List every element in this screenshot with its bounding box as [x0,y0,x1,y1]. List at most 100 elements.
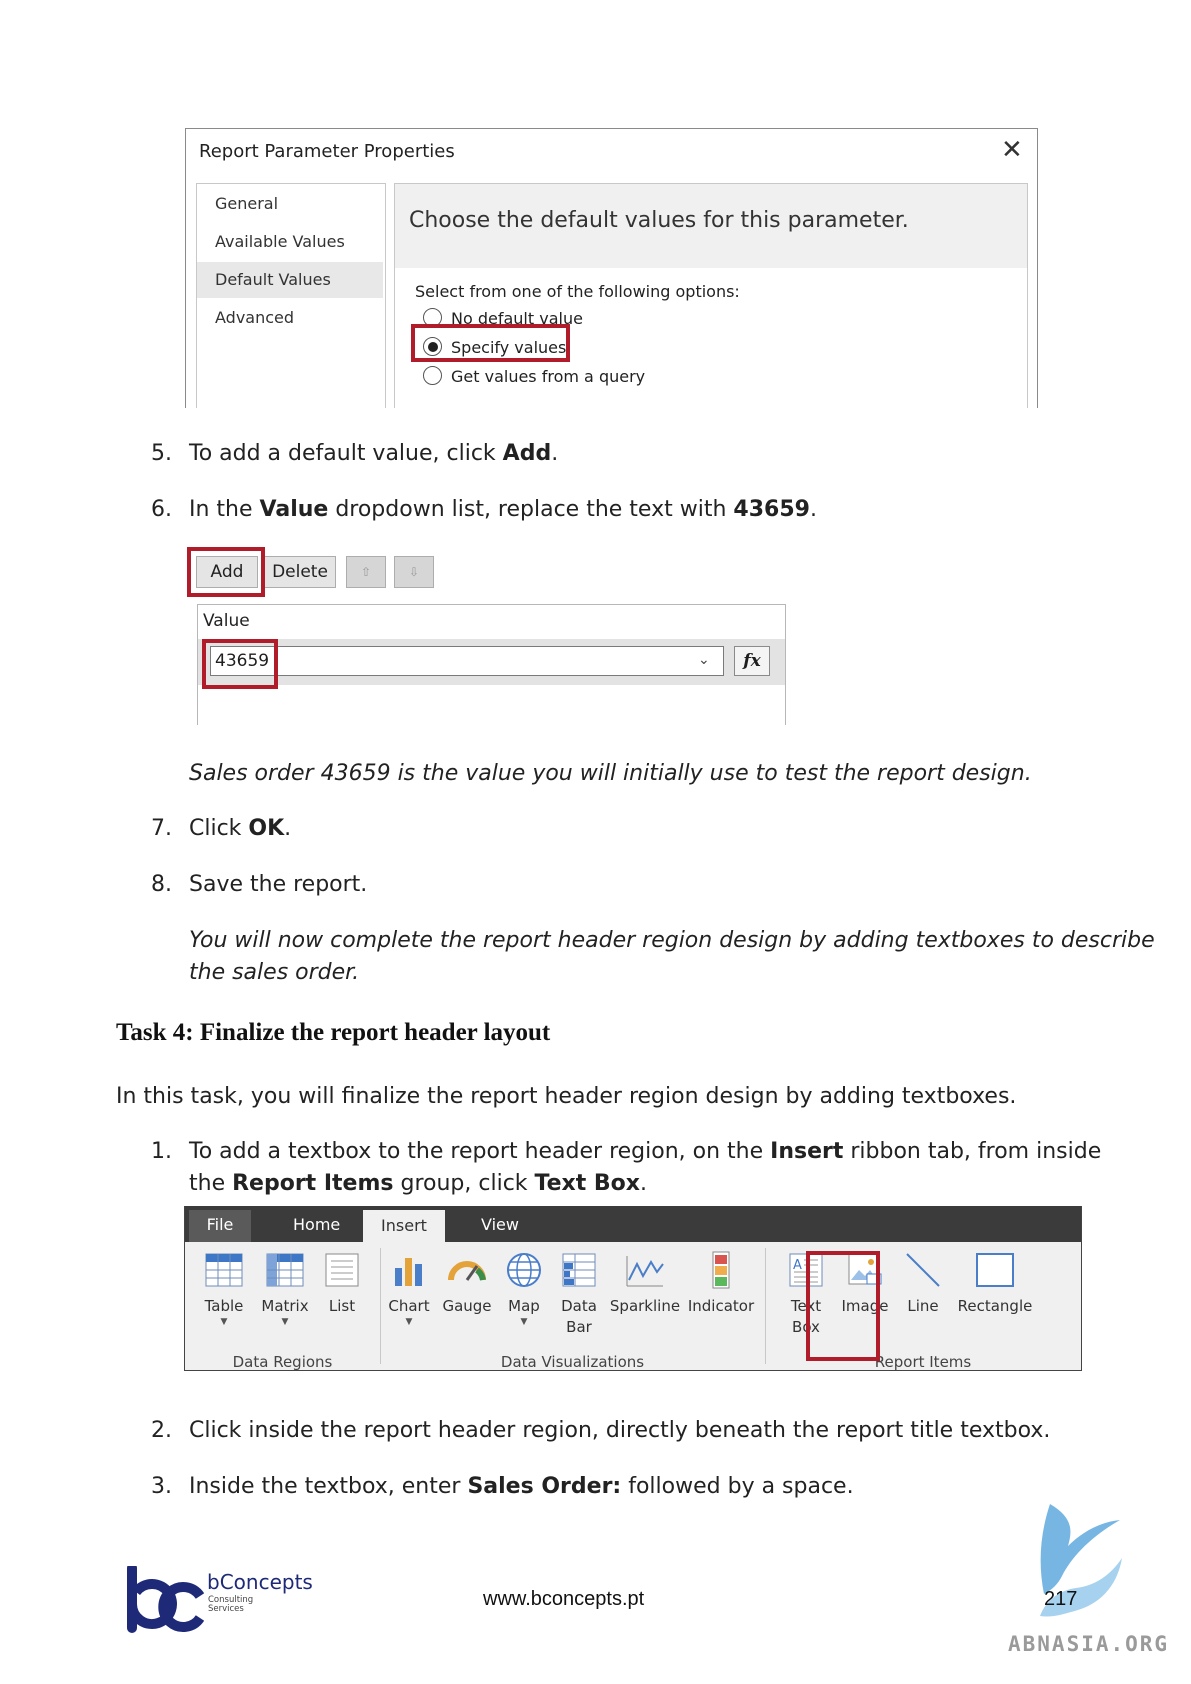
logo-wordmark: bConcepts [207,1570,313,1594]
highlight-box [411,324,570,362]
highlight-box [806,1251,880,1361]
eagle-watermark-icon [1040,1504,1122,1617]
data-bar-icon [562,1253,596,1287]
list-label: List [328,1297,356,1315]
radio-button[interactable] [423,366,442,385]
sparkline-label: Sparkline [609,1297,681,1315]
value-dropdown-input[interactable]: 43659 [210,646,724,676]
dropdown-arrow-icon: ▼ [281,1317,289,1327]
table-icon [205,1253,243,1287]
data-bar-label: Data Bar [561,1297,597,1336]
group-label-data-regions: Data Regions [232,1353,333,1371]
chart-button[interactable]: Chart ▼ [385,1250,433,1327]
step-number: 3. [151,1474,172,1499]
step-5-text: To add a default value, click Add. [189,441,559,466]
step-number: 1. [151,1139,172,1164]
move-down-icon[interactable]: ⇩ [394,556,434,588]
rectangle-label: Rectangle [957,1297,1033,1315]
ribbon-body: Table ▼ Matrix ▼ List Data Regions Chart… [185,1242,1081,1371]
note-next-step-line1: You will now complete the report header … [189,928,1155,953]
bconcepts-logo-icon [127,1566,204,1633]
value-column-header: Value [203,611,250,631]
dropdown-arrow-icon: ▼ [520,1317,528,1327]
chevron-down-icon[interactable]: ⌄ [698,651,710,668]
matrix-icon [266,1253,304,1287]
sparkline-button[interactable]: Sparkline [609,1250,681,1317]
nav-item-available-values[interactable]: Available Values [197,224,383,260]
line-icon [906,1253,940,1287]
expression-fx-button[interactable]: fx [734,646,770,676]
step-1-text-line2: the Report Items group, click Text Box. [189,1171,647,1196]
matrix-button[interactable]: Matrix ▼ [257,1250,313,1327]
note-next-step-line2: the sales order. [189,960,360,985]
indicator-label: Indicator [687,1297,755,1315]
sparkline-icon [626,1256,664,1287]
step-1-text-line1: To add a textbox to the report header re… [189,1139,1102,1164]
gauge-label: Gauge [442,1297,492,1315]
step-number: 5. [151,441,172,466]
map-label: Map [508,1297,540,1315]
map-button[interactable]: Map ▼ [501,1250,547,1327]
step-3-text: Inside the textbox, enter Sales Order: f… [189,1474,854,1499]
rectangle-icon [976,1253,1014,1287]
dialog-heading: Choose the default values for this param… [409,208,909,233]
task-heading: Task 4: Finalize the report header layou… [116,1019,551,1046]
nav-item-default-values[interactable]: Default Values [197,262,383,298]
step-number: 6. [151,497,172,522]
tab-insert[interactable]: Insert [363,1210,445,1242]
step-7-text: Click OK. [189,816,292,841]
page-number: 217 [1044,1588,1078,1610]
highlight-box [187,547,265,597]
watermark-text: ABNASIA.ORG [1008,1632,1170,1656]
indicator-button[interactable]: Indicator [685,1250,757,1317]
dropdown-arrow-icon: ▼ [220,1317,228,1327]
list-icon [325,1253,359,1287]
group-separator [765,1248,766,1364]
list-button[interactable]: List [319,1250,365,1317]
rectangle-button[interactable]: Rectangle [953,1250,1037,1317]
dropdown-arrow-icon: ▼ [405,1317,413,1327]
footer-url: www.bconcepts.pt [483,1588,645,1610]
radio-get-from-query[interactable]: Get values from a query [423,366,645,390]
gauge-icon [448,1261,486,1281]
svg-text:A: A [793,1258,802,1273]
gauge-button[interactable]: Gauge [441,1250,493,1317]
group-separator [380,1248,381,1364]
tab-view[interactable]: View [481,1206,519,1242]
insert-ribbon: File Home Insert View Table ▼ Matrix ▼ L… [184,1206,1082,1371]
logo-tagline: Consulting Services [208,1595,254,1614]
data-bar-button[interactable]: Data Bar [555,1250,603,1338]
close-icon[interactable]: ✕ [1001,135,1023,165]
line-button[interactable]: Line [899,1250,947,1317]
nav-item-general[interactable]: General [197,186,383,222]
note-sales-order: Sales order 43659 is the value you will … [189,761,1032,786]
indicator-icon [712,1251,730,1289]
dialog-title: Report Parameter Properties [199,141,455,162]
matrix-label: Matrix [261,1297,309,1315]
move-up-icon[interactable]: ⇧ [346,556,386,588]
step-2-text: Click inside the report header region, d… [189,1418,1051,1443]
tab-file[interactable]: File [189,1210,251,1242]
highlight-box [202,639,278,689]
globe-icon [507,1253,541,1287]
group-label-data-visualizations: Data Visualizations [500,1353,645,1371]
chart-label: Chart [388,1297,430,1315]
step-number: 2. [151,1418,172,1443]
nav-item-advanced[interactable]: Advanced [197,300,383,336]
values-grid: Value 43659 ⌄ fx [197,604,786,725]
delete-button[interactable]: Delete [264,556,336,588]
table-label: Table [204,1297,244,1315]
tab-home[interactable]: Home [293,1206,340,1242]
task-intro: In this task, you will finalize the repo… [116,1084,1017,1109]
table-button[interactable]: Table ▼ [199,1250,249,1327]
dialog-nav: General Available Values Default Values … [196,183,386,408]
step-8-text: Save the report. [189,872,368,897]
radio-label: Get values from a query [451,367,646,386]
ribbon-tab-bar: File Home Insert View [185,1206,1081,1242]
line-label: Line [907,1297,939,1315]
report-parameter-dialog: Report Parameter Properties ✕ General Av… [185,128,1038,408]
step-number: 8. [151,872,172,897]
step-number: 7. [151,816,172,841]
chart-icon [395,1258,422,1286]
options-prompt: Select from one of the following options… [415,282,740,301]
